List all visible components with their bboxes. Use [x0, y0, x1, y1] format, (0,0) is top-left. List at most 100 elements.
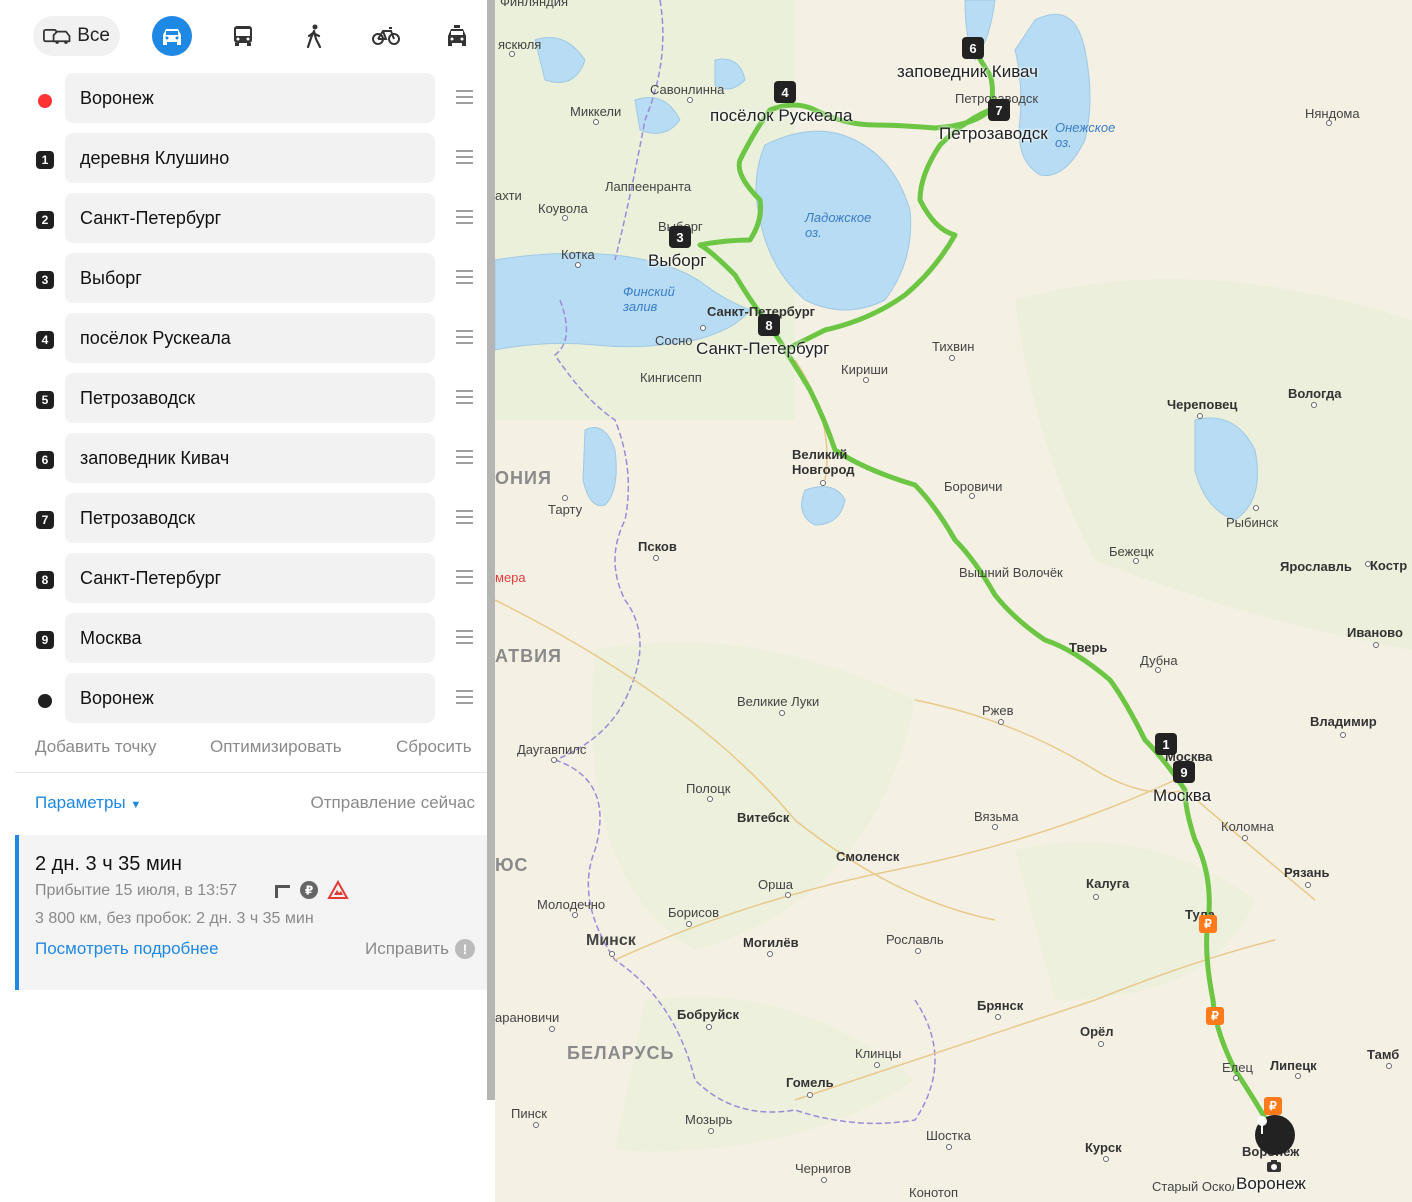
drag-handle-icon[interactable] — [456, 570, 473, 586]
mode-bus-button[interactable] — [223, 16, 263, 56]
city-dot — [593, 119, 599, 125]
departure-button[interactable]: Отправление сейчас — [311, 793, 475, 813]
toll-ruble-icon[interactable]: ₽ — [1264, 1097, 1282, 1115]
map-label: Полоцк — [686, 781, 731, 796]
route-marker[interactable]: 1 — [1155, 733, 1177, 755]
waypoint-input[interactable]: Санкт-Петербург — [65, 553, 435, 603]
fix-button[interactable]: Исправить ! — [365, 939, 475, 959]
city-dot — [1133, 558, 1139, 564]
map-label: Кириши — [841, 362, 889, 377]
city-dot — [562, 215, 568, 221]
map-label: Чернигов — [795, 1161, 852, 1176]
mode-all-button[interactable]: Все — [33, 16, 120, 56]
waypoint-row: Воронеж — [0, 73, 487, 123]
city-dot — [509, 51, 515, 57]
city-dot — [1098, 1041, 1104, 1047]
map-view[interactable]: Финляндия яскюля Савонлинна Миккели Лапп… — [495, 0, 1412, 1202]
taxi-icon — [448, 25, 466, 46]
optimize-button[interactable]: Оптимизировать — [210, 737, 342, 757]
drag-handle-icon[interactable] — [456, 210, 473, 226]
route-card[interactable]: 2 дн. 3 ч 35 мин Прибытие 15 июля, в 13:… — [15, 835, 487, 990]
route-label: заповедник Кивач — [897, 62, 1038, 81]
barrier-icon — [275, 885, 290, 898]
svg-text:₽: ₽ — [305, 884, 313, 898]
city-dot — [1242, 835, 1248, 841]
drag-handle-icon[interactable] — [456, 330, 473, 346]
mode-all-label: Все — [77, 25, 110, 46]
mode-car-button[interactable] — [152, 16, 192, 56]
waypoint-number: 2 — [36, 211, 54, 229]
map-label: Курск — [1085, 1140, 1122, 1155]
route-marker[interactable]: 3 — [669, 226, 691, 248]
mode-bike-button[interactable] — [366, 16, 406, 56]
reset-button[interactable]: Сбросить — [396, 737, 472, 757]
map-label: Ржев — [982, 703, 1014, 718]
drag-handle-icon[interactable] — [456, 630, 473, 646]
waypoint-input[interactable]: посёлок Рускеала — [65, 313, 435, 363]
map-label: Старый Оскол — [1152, 1179, 1234, 1194]
waypoint-input[interactable]: заповедник Кивач — [65, 433, 435, 483]
peipsi-lake — [582, 427, 617, 507]
map-label: Вышний Волочёк — [959, 565, 1063, 580]
details-link[interactable]: Посмотреть подробнее — [35, 939, 219, 959]
waypoint-input[interactable]: Петрозаводск — [65, 493, 435, 543]
city-dot — [863, 377, 869, 383]
scrollbar[interactable] — [487, 0, 495, 1100]
map-label: Шостка — [926, 1128, 971, 1143]
drag-handle-icon[interactable] — [456, 690, 473, 706]
city-dot — [820, 480, 826, 486]
map-label: Вологда — [1288, 386, 1342, 401]
params-dropdown[interactable]: Параметры ▼ — [35, 793, 141, 813]
city-dot — [562, 495, 568, 501]
city-dot — [969, 493, 975, 499]
map-label: Вязьма — [974, 809, 1019, 824]
city-dot — [1093, 894, 1099, 900]
route-arrival: Прибытие 15 июля, в 13:57 — [35, 882, 238, 899]
waypoint-input[interactable]: Выборг — [65, 253, 435, 303]
route-marker[interactable]: 8 — [758, 314, 780, 336]
waypoint-input[interactable]: Петрозаводск — [65, 373, 435, 423]
route-distance: 3 800 км, без пробок: 2 дн. 3 ч 35 мин — [35, 910, 314, 927]
map-label: мера — [495, 570, 526, 585]
drag-handle-icon[interactable] — [456, 390, 473, 406]
city-dot — [1197, 413, 1203, 419]
route-marker[interactable]: 7 — [988, 99, 1010, 121]
map-label: Могилёв — [743, 935, 799, 950]
mode-taxi-button[interactable] — [437, 16, 477, 56]
waypoint-number: 4 — [36, 331, 54, 349]
route-marker[interactable]: 6 — [962, 37, 984, 59]
mode-walk-button[interactable] — [294, 16, 334, 56]
waypoint-input[interactable]: деревня Клушино — [65, 133, 435, 183]
map-label: Даугавпилс — [517, 742, 587, 757]
route-marker[interactable]: 9 — [1173, 761, 1195, 783]
add-point-button[interactable]: Добавить точку — [35, 737, 157, 757]
map-label: Финский залив — [623, 284, 675, 314]
waypoint-input[interactable]: Воронеж — [65, 73, 435, 123]
map-label: Онежское оз. — [1055, 120, 1116, 150]
city-dot — [807, 1092, 813, 1098]
route-marker[interactable]: 4 — [774, 81, 796, 103]
fix-label: Исправить — [364, 939, 449, 958]
car-icon — [163, 29, 181, 45]
drag-handle-icon[interactable] — [456, 150, 473, 166]
toll-ruble-icon[interactable]: ₽ — [1199, 915, 1217, 933]
map-label: Гомель — [786, 1075, 834, 1090]
waypoint-input[interactable]: Москва — [65, 613, 435, 663]
map-label: Тамб — [1367, 1047, 1400, 1062]
map-label: ОНИЯ — [495, 468, 552, 488]
destination-pin-icon[interactable] — [1255, 1115, 1295, 1155]
waypoint-number: 5 — [36, 391, 54, 409]
drag-handle-icon[interactable] — [456, 270, 473, 286]
toll-ruble-icon[interactable]: ₽ — [1206, 1007, 1224, 1025]
drag-handle-icon[interactable] — [456, 450, 473, 466]
chevron-down-icon: ▼ — [130, 799, 142, 811]
waypoint-row: 3 Выборг — [0, 253, 487, 303]
exclamation-icon: ! — [455, 939, 475, 959]
waypoint-input[interactable]: Воронеж — [65, 673, 435, 723]
city-dot — [706, 1024, 712, 1030]
waypoint-input[interactable]: Санкт-Петербург — [65, 193, 435, 243]
map-label: Владимир — [1310, 714, 1377, 729]
drag-handle-icon[interactable] — [456, 510, 473, 526]
route-label: Выборг — [648, 251, 707, 270]
drag-handle-icon[interactable] — [456, 90, 473, 106]
